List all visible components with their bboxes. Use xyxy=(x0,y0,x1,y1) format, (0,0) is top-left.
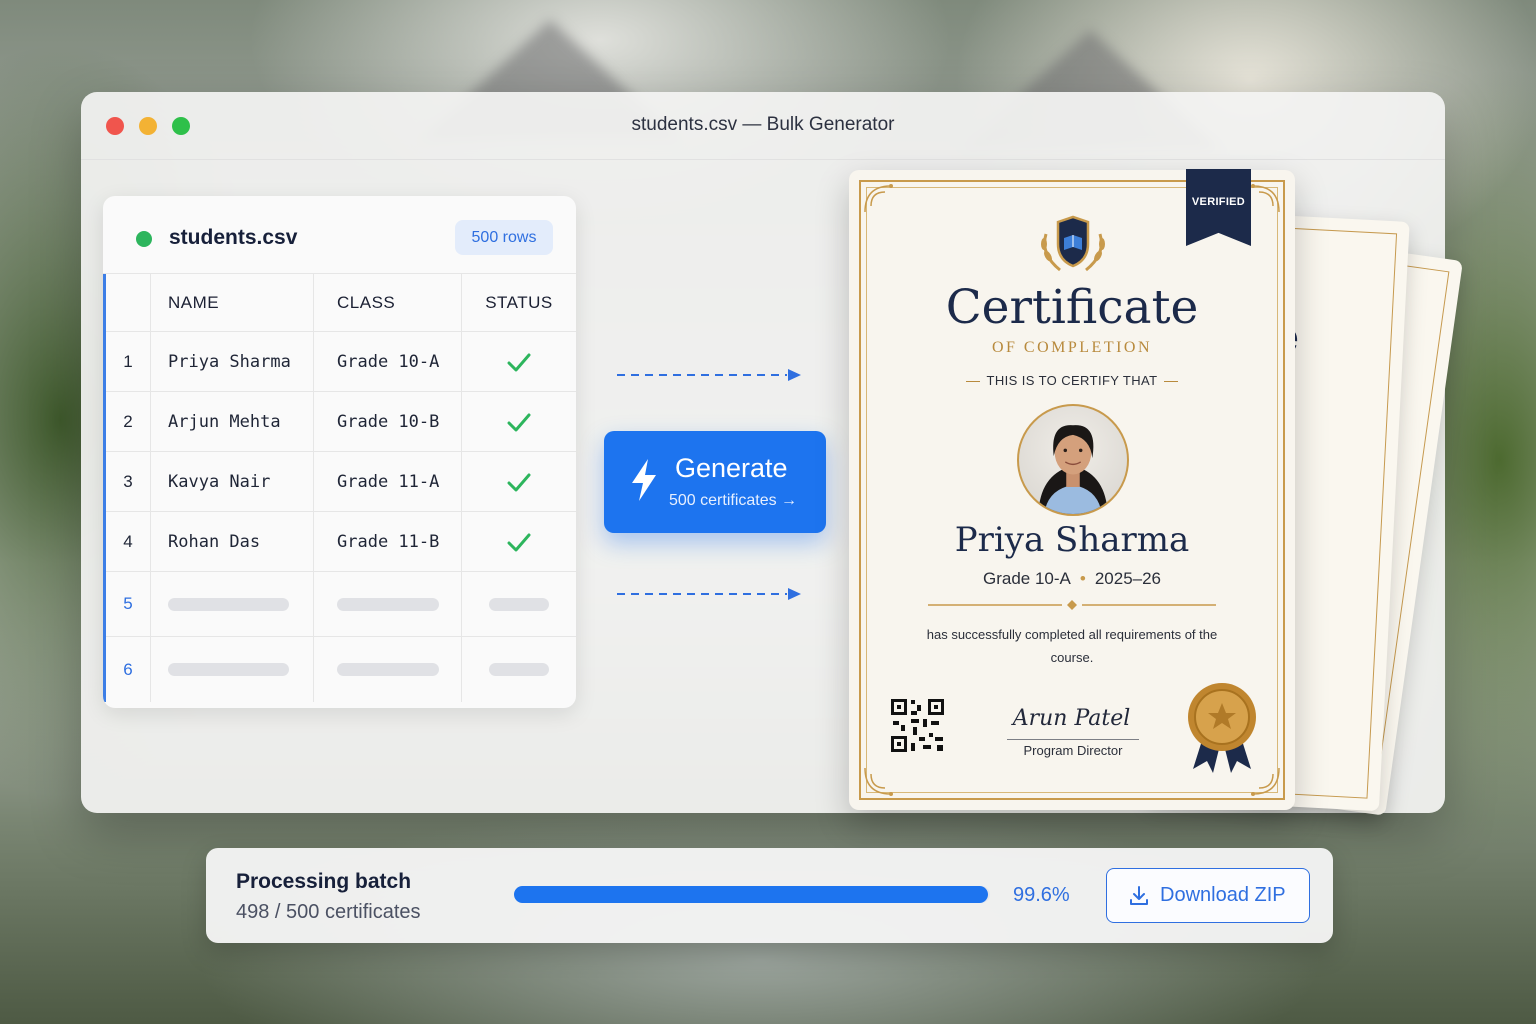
generate-button[interactable]: Generate 500 certificates → xyxy=(604,431,826,533)
table-row[interactable]: 3 Kavya Nair Grade 11-A xyxy=(106,452,576,512)
check-icon xyxy=(507,533,531,551)
table-header-row: NAME CLASS STATUS xyxy=(106,274,576,332)
student-name-cell: Kavya Nair xyxy=(151,452,314,511)
skeleton-bar xyxy=(489,597,549,611)
signatory-title: Program Director xyxy=(1023,743,1123,758)
ornament-corner-icon xyxy=(864,767,893,796)
check-icon xyxy=(507,413,531,431)
table-row[interactable]: 2 Arjun Mehta Grade 10-B xyxy=(106,392,576,452)
certify-line: THIS IS TO CERTIFY THAT xyxy=(849,373,1295,388)
csv-table: NAME CLASS STATUS 1 Priya Sharma Grade 1… xyxy=(103,274,576,702)
row-index: 2 xyxy=(106,392,151,451)
batch-progress-panel: Processing batch 498 / 500 certificates … xyxy=(206,848,1333,943)
skeleton-bar xyxy=(337,597,439,611)
column-header-class: CLASS xyxy=(314,274,462,331)
column-header-name: NAME xyxy=(151,274,314,331)
signature: Arun Patel xyxy=(1012,706,1131,731)
flow-arrow-icon xyxy=(617,588,801,600)
table-row[interactable]: 4 Rohan Das Grade 11-B xyxy=(106,512,576,572)
recipient-meta: Grade 10-A • 2025–26 xyxy=(849,569,1295,589)
qr-code-icon xyxy=(889,697,946,754)
student-name-cell: Rohan Das xyxy=(151,512,314,571)
status-cell xyxy=(462,512,576,571)
row-index: 3 xyxy=(106,452,151,511)
student-class-cell: Grade 10-A xyxy=(314,332,462,391)
student-name-cell: Priya Sharma xyxy=(151,332,314,391)
skeleton-bar xyxy=(168,597,289,611)
skeleton-bar xyxy=(168,663,289,676)
skeleton-bar xyxy=(337,663,439,676)
student-class-cell: Grade 11-A xyxy=(314,452,462,511)
csv-file-name: students.csv xyxy=(169,226,298,249)
index-column-header xyxy=(106,274,151,331)
skeleton-bar xyxy=(489,663,549,676)
progress-bar-fill xyxy=(514,886,988,903)
status-cell xyxy=(462,332,576,391)
signature-line xyxy=(1007,739,1139,740)
download-zip-label: Download ZIP xyxy=(1160,884,1286,906)
ornament-divider-icon xyxy=(928,600,1216,610)
generate-button-label: Generate xyxy=(675,453,788,483)
flow-arrow-icon xyxy=(617,369,801,381)
academic-year: 2025–26 xyxy=(1094,569,1162,588)
certificate-title: Certificate xyxy=(945,280,1199,335)
generate-button-count: 500 certificates → xyxy=(669,492,798,509)
file-status-dot xyxy=(136,231,152,247)
progress-count: 498 / 500 certificates xyxy=(236,901,421,923)
title-bar: students.csv — Bulk Generator xyxy=(81,92,1445,160)
status-cell xyxy=(462,392,576,451)
loading-row: 6 xyxy=(106,637,576,702)
row-index: 6 xyxy=(106,637,151,702)
certificate-preview[interactable]: VERIFIED Certificate OF COMPLETION THIS … xyxy=(849,169,1295,810)
certificate-subtitle: OF COMPLETION xyxy=(991,339,1153,356)
person-avatar-icon xyxy=(1038,425,1108,514)
progress-title: Processing batch xyxy=(236,870,412,893)
rows-count-badge: 500 rows xyxy=(455,220,553,255)
progress-percent: 99.6% xyxy=(1013,884,1070,906)
student-class-cell: Grade 11-B xyxy=(314,512,462,571)
skeleton-cell xyxy=(151,572,314,636)
row-index: 5 xyxy=(106,572,151,636)
school-crest-icon xyxy=(1041,215,1105,272)
table-row[interactable]: 1 Priya Sharma Grade 10-A xyxy=(106,332,576,392)
csv-card-header: students.csv 500 rows xyxy=(103,196,576,274)
csv-preview-card: students.csv 500 rows NAME CLASS STATUS … xyxy=(103,196,576,708)
skeleton-cell xyxy=(314,572,462,636)
skeleton-cell xyxy=(151,637,314,702)
meta-separator: • xyxy=(1079,569,1086,588)
progress-bar xyxy=(514,886,990,903)
student-name-cell: Arjun Mehta xyxy=(151,392,314,451)
skeleton-cell xyxy=(462,572,576,636)
ornament-corner-icon xyxy=(864,184,893,213)
row-index: 1 xyxy=(106,332,151,391)
skeleton-cell xyxy=(462,637,576,702)
download-icon xyxy=(1130,886,1148,905)
skeleton-cell xyxy=(314,637,462,702)
download-zip-button[interactable]: Download ZIP xyxy=(1106,868,1310,923)
student-class-cell: Grade 10-B xyxy=(314,392,462,451)
check-icon xyxy=(507,473,531,491)
check-icon xyxy=(507,353,531,371)
window-title: students.csv — Bulk Generator xyxy=(631,114,895,135)
gold-seal-icon xyxy=(1188,683,1256,773)
status-cell xyxy=(462,452,576,511)
recipient-photo xyxy=(1017,404,1129,516)
recipient-name: Priya Sharma xyxy=(954,520,1190,560)
row-index: 4 xyxy=(106,512,151,571)
lightning-bolt-icon xyxy=(632,459,656,501)
certificate-body-text: has successfully completed all requireme… xyxy=(926,627,1218,665)
column-header-status: STATUS xyxy=(485,292,553,312)
loading-row: 5 xyxy=(106,572,576,637)
recipient-grade: Grade 10-A xyxy=(982,569,1071,588)
